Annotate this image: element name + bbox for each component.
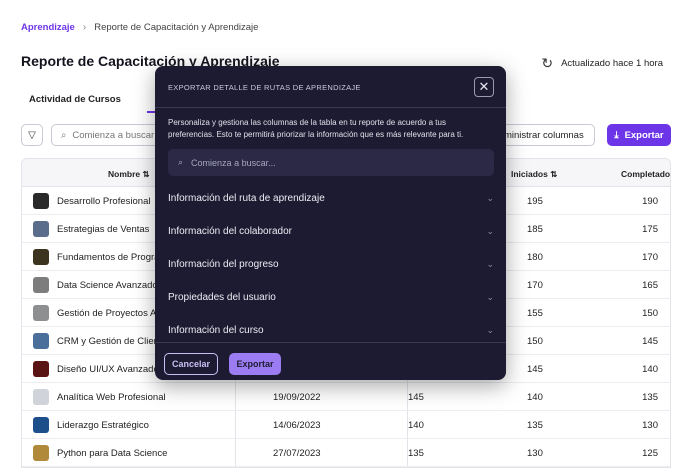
section-label: Información del progreso — [168, 258, 279, 270]
course-started: 135 — [527, 420, 543, 431]
course-started: 195 — [527, 196, 543, 207]
chevron-right-icon: › — [82, 22, 87, 33]
course-completed: 140 — [642, 364, 658, 375]
table-row[interactable]: Python para Data Science 27/07/2023 135 130… — [22, 439, 670, 467]
course-started: 130 — [527, 448, 543, 459]
course-thumbnail — [33, 445, 49, 461]
close-button[interactable]: ✕ — [474, 77, 494, 97]
breadcrumb-current: Reporte de Capacitación y Aprendizaje — [94, 22, 259, 33]
tab-course-activity[interactable]: Actividad de Cursos — [21, 94, 129, 113]
course-date: 19/09/2022 — [273, 392, 321, 403]
manage-columns-label: ministrar columnas — [504, 129, 584, 141]
course-started: 155 — [527, 308, 543, 319]
course-completed: 165 — [642, 280, 658, 291]
modal-footer: Cancelar Exportar — [155, 342, 506, 380]
course-thumbnail — [33, 417, 49, 433]
modal-title: EXPORTAR DETALLE DE RUTAS DE APRENDIZAJE — [168, 83, 361, 92]
header-completed[interactable]: Completados — [621, 169, 670, 179]
close-icon: ✕ — [478, 79, 490, 94]
course-thumbnail — [33, 221, 49, 237]
section-course[interactable]: Información del curso ⌄ — [168, 322, 494, 338]
section-label: Información del colaborador — [168, 225, 292, 237]
course-name: Python para Data Science — [57, 448, 168, 459]
table-search-placeholder: Comienza a buscar — [72, 129, 155, 141]
course-thumbnail — [33, 277, 49, 293]
course-name: Fundamentos de Progra — [57, 252, 160, 263]
header-started[interactable]: Iniciados ⇅ — [511, 169, 557, 180]
course-name: Analítica Web Profesional — [57, 392, 166, 403]
course-completed: 135 — [642, 392, 658, 403]
last-updated: ↻ Actualizado hace 1 hora — [541, 55, 663, 72]
course-completed: 130 — [642, 420, 658, 431]
filter-button[interactable]: ▽ — [21, 124, 43, 146]
breadcrumb: Aprendizaje › Reporte de Capacitación y … — [21, 22, 258, 33]
chevron-down-icon: ⌄ — [486, 324, 494, 335]
course-completed: 145 — [642, 336, 658, 347]
table-search-input[interactable]: ⌕ Comienza a buscar — [51, 124, 171, 146]
modal-search-placeholder: Comienza a buscar... — [191, 157, 276, 168]
course-name: Gestión de Proyectos Av — [57, 308, 161, 319]
section-collaborator[interactable]: Información del colaborador ⌄ — [168, 223, 494, 239]
course-assigned: 145 — [408, 392, 424, 403]
chevron-down-icon: ⌄ — [486, 258, 494, 269]
export-button-label: Exportar — [624, 129, 664, 141]
modal-search-input[interactable]: ⌕ Comienza a buscar... — [168, 149, 494, 176]
course-date: 27/07/2023 — [273, 448, 321, 459]
breadcrumb-root-link[interactable]: Aprendizaje — [21, 22, 75, 33]
cancel-button[interactable]: Cancelar — [164, 353, 218, 375]
course-name: Desarrollo Profesional — [57, 196, 151, 207]
manage-columns-button[interactable]: ministrar columnas — [493, 124, 595, 146]
modal-export-button[interactable]: Exportar — [229, 353, 281, 375]
course-thumbnail — [33, 361, 49, 377]
course-started: 150 — [527, 336, 543, 347]
filter-icon: ▽ — [28, 129, 36, 141]
section-progress[interactable]: Información del progreso ⌄ — [168, 256, 494, 272]
course-thumbnail — [33, 333, 49, 349]
search-icon: ⌕ — [61, 129, 67, 141]
chevron-down-icon: ⌄ — [486, 192, 494, 203]
course-name: Diseño UI/UX Avanzado — [57, 364, 159, 375]
course-completed: 190 — [642, 196, 658, 207]
course-completed: 125 — [642, 448, 658, 459]
course-thumbnail — [33, 389, 49, 405]
course-name: Data Science Avanzado — [57, 280, 158, 291]
course-name: CRM y Gestión de Cliente — [57, 336, 167, 347]
search-icon: ⌕ — [178, 157, 184, 167]
modal-description: Personaliza y gestiona las columnas de l… — [168, 118, 464, 139]
table-row[interactable]: Liderazgo Estratégico 14/06/2023 140 135 130 — [22, 411, 670, 439]
course-thumbnail — [33, 193, 49, 209]
section-label: Propiedades del usuario — [168, 291, 276, 303]
course-started: 140 — [527, 392, 543, 403]
chevron-down-icon: ⌄ — [486, 291, 494, 302]
course-assigned: 135 — [408, 448, 424, 459]
course-started: 170 — [527, 280, 543, 291]
header-name[interactable]: Nombre ⇅ — [108, 169, 150, 180]
course-started: 145 — [527, 364, 543, 375]
section-label: Información del ruta de aprendizaje — [168, 192, 325, 204]
course-date: 14/06/2023 — [273, 420, 321, 431]
export-button[interactable]: ⤓ Exportar — [607, 124, 671, 146]
section-learning-path[interactable]: Información del ruta de aprendizaje ⌄ — [168, 190, 494, 206]
course-name: Estrategias de Ventas — [57, 224, 150, 235]
table-row[interactable]: Analítica Web Profesional 19/09/2022 145 14… — [22, 383, 670, 411]
course-completed: 175 — [642, 224, 658, 235]
modal-header: EXPORTAR DETALLE DE RUTAS DE APRENDIZAJE… — [155, 66, 506, 108]
course-thumbnail — [33, 249, 49, 265]
course-completed: 170 — [642, 252, 658, 263]
download-icon: ⤓ — [614, 129, 619, 141]
course-completed: 150 — [642, 308, 658, 319]
course-started: 180 — [527, 252, 543, 263]
course-name: Liderazgo Estratégico — [57, 420, 149, 431]
section-user-properties[interactable]: Propiedades del usuario ⌄ — [168, 289, 494, 305]
course-started: 185 — [527, 224, 543, 235]
course-thumbnail — [33, 305, 49, 321]
section-label: Información del curso — [168, 324, 264, 336]
course-assigned: 140 — [408, 420, 424, 431]
chevron-down-icon: ⌄ — [486, 225, 494, 236]
export-modal: EXPORTAR DETALLE DE RUTAS DE APRENDIZAJE… — [155, 66, 506, 380]
last-updated-text: Actualizado hace 1 hora — [561, 58, 663, 69]
refresh-icon[interactable]: ↻ — [541, 55, 553, 72]
